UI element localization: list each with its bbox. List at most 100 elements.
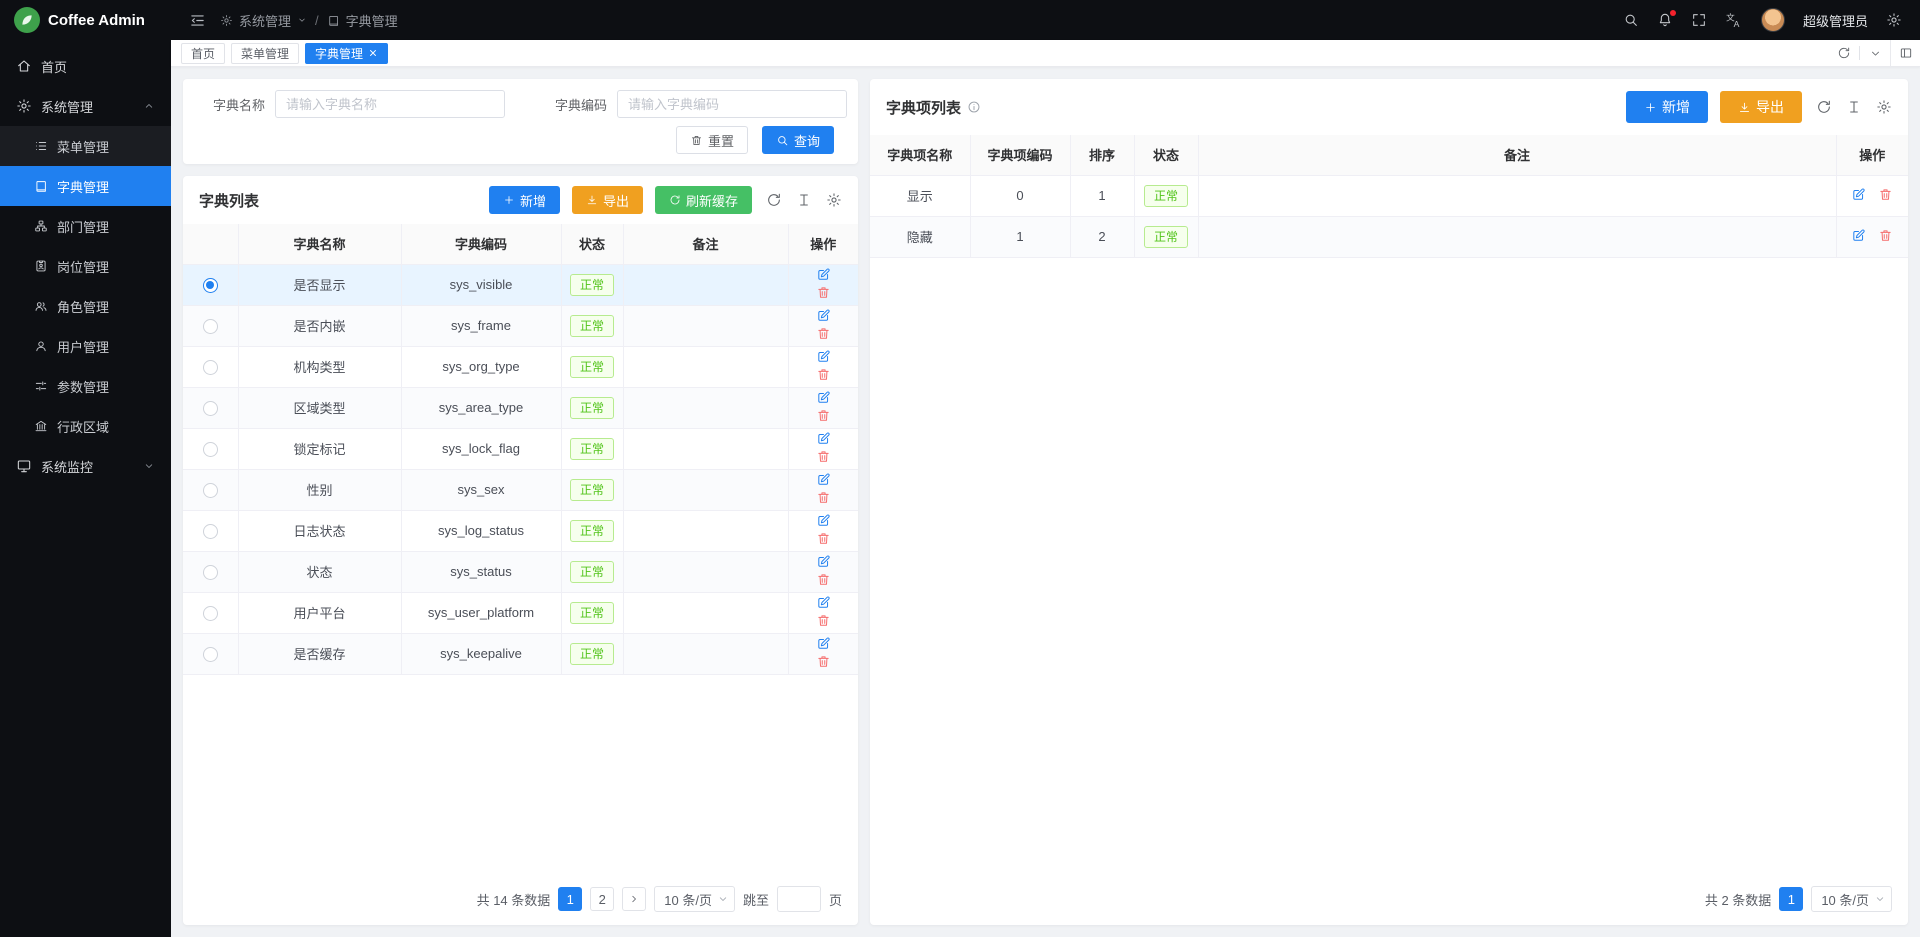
sidebar-item-home[interactable]: 首页 [0,46,171,86]
edit-icon[interactable] [816,349,831,364]
dict-name-input[interactable] [275,90,505,118]
density-icon[interactable] [1846,99,1862,115]
edit-icon[interactable] [816,554,831,569]
delete-icon[interactable] [1878,228,1893,243]
table-row[interactable]: 性别 sys_sex 正常 [183,469,858,510]
edit-icon[interactable] [1851,228,1866,243]
query-button[interactable]: 查询 [762,126,834,154]
table-settings-gear-icon[interactable] [1876,99,1892,115]
table-row[interactable]: 是否内嵌 sys_frame 正常 [183,305,858,346]
row-radio[interactable] [203,319,218,334]
settings-gear-icon[interactable] [1886,12,1902,28]
table-row[interactable]: 显示 0 1 正常 [870,175,1908,216]
edit-icon[interactable] [816,513,831,528]
dict-code-cell: sys_status [401,551,561,592]
tab-menu-mgmt[interactable]: 菜单管理 [231,43,299,64]
table-row[interactable]: 锁定标记 sys_lock_flag 正常 [183,428,858,469]
sidebar-item-dict[interactable]: 字典管理 [0,166,171,206]
sidebar-item-monitor[interactable]: 系统监控 [0,446,171,486]
row-radio[interactable] [203,401,218,416]
refresh-page-icon[interactable] [1829,40,1859,66]
refresh-cache-button[interactable]: 刷新缓存 [655,186,752,214]
delete-icon[interactable] [816,367,831,382]
edit-icon[interactable] [816,431,831,446]
sidebar-item-menu[interactable]: 菜单管理 [0,126,171,166]
tab-home[interactable]: 首页 [181,43,225,64]
sidebar-item-role[interactable]: 角色管理 [0,286,171,326]
user-name[interactable]: 超级管理员 [1803,11,1868,30]
export-dict-item-button[interactable]: 导出 [1720,91,1802,123]
edit-icon[interactable] [816,472,831,487]
row-radio[interactable] [203,647,218,662]
sidebar-toggle-icon[interactable] [189,12,206,29]
row-radio[interactable] [203,278,218,293]
delete-icon[interactable] [816,490,831,505]
row-radio[interactable] [203,565,218,580]
sidebar-item-param[interactable]: 参数管理 [0,366,171,406]
table-row[interactable]: 是否缓存 sys_keepalive 正常 [183,633,858,674]
page-button-1[interactable]: 1 [1779,887,1803,911]
table-row[interactable]: 是否显示 sys_visible 正常 [183,264,858,305]
close-icon[interactable] [368,48,378,58]
reload-table-icon[interactable] [1816,99,1832,115]
delete-icon[interactable] [816,326,831,341]
row-radio[interactable] [203,524,218,539]
edit-icon[interactable] [816,636,831,651]
reload-table-icon[interactable] [766,192,782,208]
page-size-select[interactable]: 10 条/页 [1811,886,1892,912]
delete-icon[interactable] [816,531,831,546]
density-icon[interactable] [796,192,812,208]
edit-icon[interactable] [816,267,831,282]
fullscreen-icon[interactable] [1691,12,1707,28]
translate-icon[interactable] [1725,11,1743,29]
table-row[interactable]: 隐藏 1 2 正常 [870,216,1908,257]
delete-icon[interactable] [816,613,831,628]
table-row[interactable]: 状态 sys_status 正常 [183,551,858,592]
add-dict-item-button[interactable]: 新增 [1626,91,1708,123]
page-button-1[interactable]: 1 [558,887,582,911]
tab-actions-chevron-icon[interactable] [1860,40,1890,66]
app-logo[interactable]: Coffee Admin [0,0,171,40]
add-dict-button[interactable]: 新增 [489,186,560,214]
tab-dict-mgmt[interactable]: 字典管理 [305,43,388,64]
info-icon[interactable] [967,100,981,114]
sidebar-item-dept[interactable]: 部门管理 [0,206,171,246]
breadcrumb-page[interactable]: 字典管理 [346,11,398,30]
delete-icon[interactable] [816,654,831,669]
delete-icon[interactable] [816,408,831,423]
reset-button[interactable]: 重置 [676,126,748,154]
search-icon[interactable] [1623,12,1639,28]
row-radio[interactable] [203,606,218,621]
sidebar-item-system[interactable]: 系统管理 [0,86,171,126]
table-settings-gear-icon[interactable] [826,192,842,208]
delete-icon[interactable] [816,572,831,587]
table-row[interactable]: 用户平台 sys_user_platform 正常 [183,592,858,633]
layout-toggle-icon[interactable] [1890,40,1920,66]
edit-icon[interactable] [1851,187,1866,202]
edit-icon[interactable] [816,595,831,610]
sidebar-item-user[interactable]: 用户管理 [0,326,171,366]
row-radio[interactable] [203,483,218,498]
page-size-select[interactable]: 10 条/页 [654,886,735,912]
table-row[interactable]: 机构类型 sys_org_type 正常 [183,346,858,387]
export-dict-button[interactable]: 导出 [572,186,643,214]
dict-code-input[interactable] [617,90,847,118]
status-badge: 正常 [570,561,614,583]
bell-icon[interactable] [1657,12,1673,28]
sidebar-item-post[interactable]: 岗位管理 [0,246,171,286]
table-row[interactable]: 日志状态 sys_log_status 正常 [183,510,858,551]
next-page-button[interactable] [622,887,646,911]
row-radio[interactable] [203,360,218,375]
avatar[interactable] [1761,8,1785,32]
delete-icon[interactable] [816,449,831,464]
edit-icon[interactable] [816,390,831,405]
sidebar-item-region[interactable]: 行政区域 [0,406,171,446]
table-row[interactable]: 区域类型 sys_area_type 正常 [183,387,858,428]
edit-icon[interactable] [816,308,831,323]
delete-icon[interactable] [1878,187,1893,202]
breadcrumb-section[interactable]: 系统管理 [239,11,291,30]
delete-icon[interactable] [816,285,831,300]
page-button-2[interactable]: 2 [590,887,614,911]
jump-page-input[interactable] [777,886,821,912]
row-radio[interactable] [203,442,218,457]
